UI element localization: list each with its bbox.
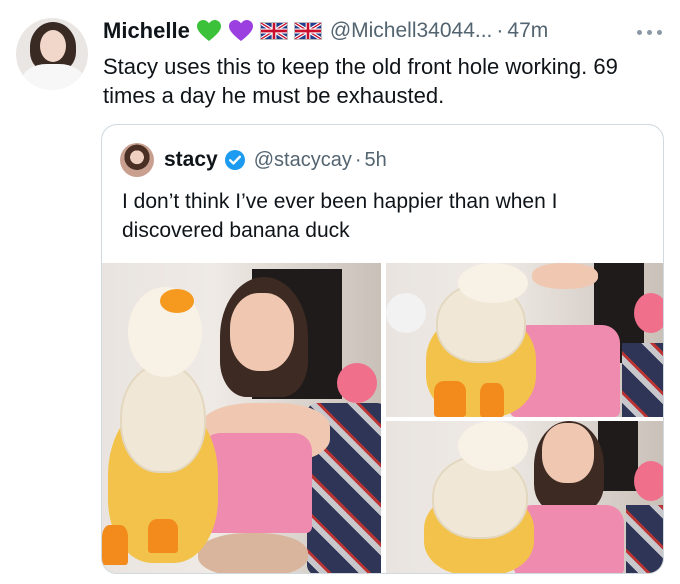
photo-2[interactable] [386, 263, 663, 417]
separator-dot: · [354, 148, 362, 171]
author-display-name[interactable]: Michelle [103, 18, 190, 44]
tweet-timestamp[interactable]: 47m [507, 19, 548, 43]
avatar-shirt [22, 64, 84, 90]
quoted-author-handle[interactable]: @stacycay [254, 149, 352, 172]
media-grid [102, 263, 663, 573]
uk-flag-icon [293, 22, 322, 40]
quoted-author-avatar[interactable] [120, 143, 154, 177]
tweet-text: Stacy uses this to keep the old front ho… [103, 54, 618, 108]
quoted-tweet-text: I don’t think I’ve ever been happier tha… [122, 190, 558, 242]
purple-heart-icon [228, 19, 254, 43]
uk-flag-icon [259, 22, 288, 40]
author-avatar[interactable] [16, 18, 88, 90]
separator-dot: · [496, 19, 504, 42]
author-handle[interactable]: @Michell34044... [330, 19, 493, 43]
photo-3[interactable] [386, 421, 663, 573]
tweet-header: Michelle @Michell34044... · 47m [103, 14, 548, 48]
quoted-author-display-name[interactable]: stacy [164, 148, 218, 172]
photo-1[interactable] [102, 263, 381, 573]
quoted-tweet-header: stacy @stacycay · 5h [164, 145, 387, 175]
green-heart-icon [196, 19, 222, 43]
more-options-icon[interactable] [634, 22, 664, 42]
avatar-face [40, 30, 66, 62]
quoted-tweet-timestamp[interactable]: 5h [365, 149, 387, 172]
quoted-tweet-card[interactable]: stacy @stacycay · 5h I don’t think I’ve … [101, 124, 664, 574]
verified-badge-icon [224, 149, 246, 171]
